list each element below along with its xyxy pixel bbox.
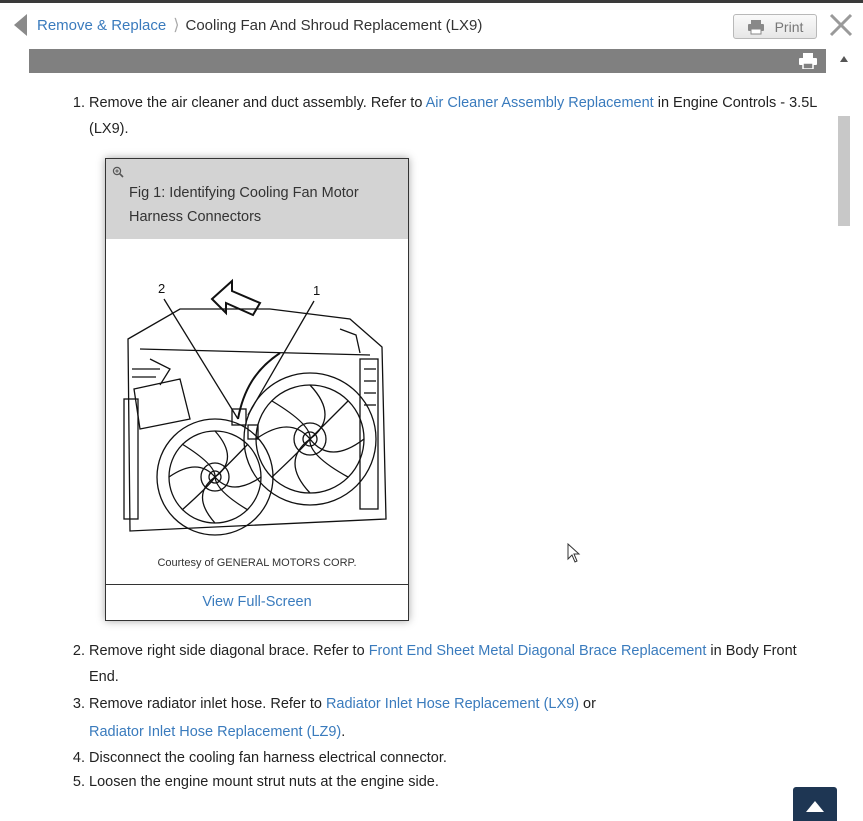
radiator-inlet-hose-lz9-link[interactable]: Radiator Inlet Hose Replacement (LZ9): [89, 724, 341, 740]
procedure-steps: Remove the air cleaner and duct assembly…: [60, 90, 820, 794]
figure-image-area[interactable]: 2 1 Courtesy of GENERAL MOTORS CORP.: [106, 239, 408, 584]
breadcrumb-separator-icon: ⟩: [173, 17, 180, 34]
step-text: Remove the air cleaner and duct assembly…: [89, 95, 426, 111]
step-5: Loosen the engine mount strut nuts at th…: [89, 770, 820, 794]
figure-courtesy: Courtesy of GENERAL MOTORS CORP.: [157, 557, 357, 569]
callout-2: 2: [158, 281, 165, 296]
figure-footer: View Full-Screen: [106, 584, 408, 620]
step-text: or: [579, 696, 596, 712]
print-icon[interactable]: [798, 53, 818, 69]
air-cleaner-link[interactable]: Air Cleaner Assembly Replacement: [426, 95, 654, 111]
mouse-cursor-icon: [567, 543, 581, 563]
figure-header: Fig 1: Identifying Cooling Fan Motor Har…: [106, 159, 408, 239]
breadcrumb-parent-link[interactable]: Remove & Replace: [37, 17, 166, 34]
step-4: Disconnect the cooling fan harness elect…: [89, 746, 820, 770]
zoom-in-icon[interactable]: [112, 166, 124, 178]
print-button[interactable]: Print: [733, 14, 817, 39]
step-text: Remove radiator inlet hose. Refer to: [89, 696, 326, 712]
content-header-bar: [29, 49, 826, 73]
step-1: Remove the air cleaner and duct assembly…: [89, 90, 820, 621]
step-3: Remove radiator inlet hose. Refer to Rad…: [89, 690, 820, 746]
scroll-top-icon: [806, 801, 824, 812]
scroll-to-top-button[interactable]: [793, 787, 837, 821]
page-title: Cooling Fan And Shroud Replacement (LX9): [185, 16, 483, 34]
cooling-fan-diagram: 2 1: [123, 278, 387, 536]
step-text: Remove right side diagonal brace. Refer …: [89, 643, 369, 659]
scrollbar-thumb[interactable]: [838, 116, 850, 226]
figure-caption: Fig 1: Identifying Cooling Fan Motor Har…: [129, 185, 359, 225]
print-button-label: Print: [774, 18, 804, 35]
radiator-inlet-hose-lx9-link[interactable]: Radiator Inlet Hose Replacement (LX9): [326, 696, 579, 712]
window-top-border: [0, 0, 863, 3]
figure-1: Fig 1: Identifying Cooling Fan Motor Har…: [105, 158, 409, 621]
view-full-screen-link[interactable]: View Full-Screen: [202, 594, 311, 610]
scroll-up-icon[interactable]: [838, 54, 850, 64]
diagonal-brace-link[interactable]: Front End Sheet Metal Diagonal Brace Rep…: [369, 643, 707, 659]
back-arrow-icon[interactable]: [14, 14, 27, 36]
step-2: Remove right side diagonal brace. Refer …: [89, 638, 820, 690]
step-text: .: [341, 724, 346, 740]
breadcrumb: Remove & Replace ⟩ Cooling Fan And Shrou…: [14, 12, 482, 38]
print-icon: [747, 19, 764, 34]
close-icon[interactable]: [828, 12, 854, 38]
callout-1: 1: [313, 283, 320, 298]
procedure-content: Remove the air cleaner and duct assembly…: [60, 90, 820, 794]
